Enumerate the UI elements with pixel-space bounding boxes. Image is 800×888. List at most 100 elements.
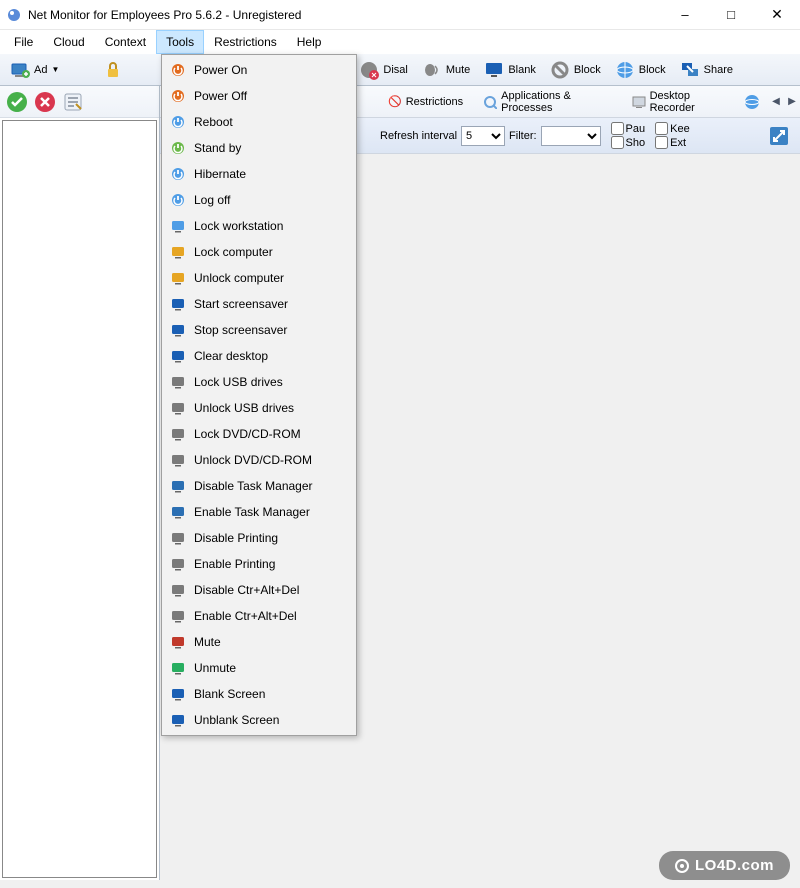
menu-item-label: Disable Printing [194,531,278,545]
menu-tools[interactable]: Tools [156,30,204,54]
tools-menu-item-disable-task-manager[interactable]: Disable Task Manager [164,473,354,499]
computer-tree[interactable] [2,120,157,878]
tools-menu-item-blank-screen[interactable]: Blank Screen [164,681,354,707]
refresh-interval-select[interactable]: 5 [461,126,505,146]
watermark-logo-icon [675,859,689,873]
toolbar-label: Block [574,64,601,76]
globe-icon [744,94,760,110]
tools-menu-item-unmute[interactable]: Unmute [164,655,354,681]
menu-item-label: Lock DVD/CD-ROM [194,427,301,441]
unmute-menu-icon [170,660,186,676]
menu-restrictions[interactable]: Restrictions [204,30,287,54]
menu-file[interactable]: File [4,30,43,54]
tools-menu-item-stop-screensaver[interactable]: Stop screensaver [164,317,354,343]
lock-dvd-icon [170,426,186,442]
show-checkbox[interactable]: Sho [611,136,646,149]
add-button[interactable]: Ad ▼ [4,56,65,84]
tabs-nav: ◀ ▶ [768,90,800,114]
menu-item-label: Unlock DVD/CD-ROM [194,453,312,467]
maximize-button[interactable]: □ [708,0,754,30]
enable-cad-icon [170,608,186,624]
menu-item-label: Reboot [194,115,233,129]
content-area: 🚫 Restrictions Applications & Processes … [0,86,800,880]
unlock-computer-icon [170,270,186,286]
minimize-button[interactable]: – [662,0,708,30]
tools-menu-item-log-off[interactable]: Log off [164,187,354,213]
start-screensaver-icon [170,296,186,312]
tools-menu-item-unblank-screen[interactable]: Unblank Screen [164,707,354,733]
disable-taskmgr-icon [170,478,186,494]
toolbar-label: Mute [446,64,470,76]
tools-menu-item-enable-printing[interactable]: Enable Printing [164,551,354,577]
ext-checkbox[interactable]: Ext [655,136,690,149]
left-toolbar [0,86,159,118]
accept-icon[interactable] [6,91,28,113]
disable-button[interactable]: Disal [353,56,413,84]
mute-button[interactable]: Mute [416,56,476,84]
tools-menu-item-mute[interactable]: Mute [164,629,354,655]
tools-menu-item-disable-ctr-alt-del[interactable]: Disable Ctr+Alt+Del [164,577,354,603]
block-button[interactable]: Block [544,56,607,84]
clear-desktop-icon [170,348,186,364]
tools-menu-item-power-off[interactable]: Power Off [164,83,354,109]
tab-applications[interactable]: Applications & Processes [475,89,619,115]
reject-icon[interactable] [34,91,56,113]
menu-item-label: Mute [194,635,221,649]
tools-menu-item-unlock-usb-drives[interactable]: Unlock USB drives [164,395,354,421]
menu-item-label: Hibernate [194,167,246,181]
tools-menu-item-stand-by[interactable]: Stand by [164,135,354,161]
keep-checkbox[interactable]: Kee [655,122,690,135]
menu-cloud[interactable]: Cloud [43,30,94,54]
tools-menu-item-lock-computer[interactable]: Lock computer [164,239,354,265]
tools-menu-item-start-screensaver[interactable]: Start screensaver [164,291,354,317]
enable-taskmgr-icon [170,504,186,520]
blank-screen-icon [484,60,504,80]
menu-item-label: Stand by [194,141,241,155]
apps-tab-icon [483,95,497,109]
tools-menu-item-lock-usb-drives[interactable]: Lock USB drives [164,369,354,395]
disable-icon [359,60,379,80]
block-icon [550,60,570,80]
menu-item-label: Disable Task Manager [194,479,313,493]
tools-menu-item-power-on[interactable]: Power On [164,57,354,83]
filter-select[interactable] [541,126,601,146]
toolbar-label: Block [639,64,666,76]
tools-menu-item-lock-dvd-cd-rom[interactable]: Lock DVD/CD-ROM [164,421,354,447]
tabs-prev-button[interactable]: ◀ [768,90,784,114]
tab-recorder[interactable]: Desktop Recorder [624,89,736,115]
menu-item-label: Clear desktop [194,349,268,363]
lock-workstation-icon [170,218,186,234]
window-title: Net Monitor for Employees Pro 5.6.2 - Un… [28,8,662,22]
tools-menu: Power OnPower Off Reboot Stand by Hibernate… [161,54,357,736]
pause-checkbox[interactable]: Pau [611,122,646,135]
lock-button[interactable] [97,56,129,84]
blank-button[interactable]: Blank [478,56,542,84]
tools-menu-item-reboot[interactable]: Reboot [164,109,354,135]
tools-menu-item-clear-desktop[interactable]: Clear desktop [164,343,354,369]
tab-label: Desktop Recorder [650,90,728,114]
edit-list-icon[interactable] [62,91,84,113]
menu-help[interactable]: Help [287,30,332,54]
expand-icon[interactable] [768,125,790,147]
tab-restrictions[interactable]: 🚫 Restrictions [380,89,471,115]
tabs-next-button[interactable]: ▶ [784,90,800,114]
share-button[interactable]: Share [674,56,739,84]
tools-menu-item-enable-task-manager[interactable]: Enable Task Manager [164,499,354,525]
tools-menu-item-enable-ctr-alt-del[interactable]: Enable Ctr+Alt+Del [164,603,354,629]
add-computer-icon [10,60,30,80]
checkbox-group-1: Pau Sho [611,122,646,149]
menu-context[interactable]: Context [95,30,156,54]
tab-overflow[interactable] [740,89,764,115]
block-web-button[interactable]: Block [609,56,672,84]
close-button[interactable]: ✕ [754,0,800,30]
mute-icon [422,60,442,80]
tools-menu-item-hibernate[interactable]: Hibernate [164,161,354,187]
disable-printing-icon [170,530,186,546]
unlock-dvd-icon [170,452,186,468]
tools-menu-item-disable-printing[interactable]: Disable Printing [164,525,354,551]
restrictions-tab-icon: 🚫 [388,95,402,108]
tools-menu-item-unlock-computer[interactable]: Unlock computer [164,265,354,291]
toolbar-label: Share [704,64,733,76]
tools-menu-item-lock-workstation[interactable]: Lock workstation [164,213,354,239]
tools-menu-item-unlock-dvd-cd-rom[interactable]: Unlock DVD/CD-ROM [164,447,354,473]
